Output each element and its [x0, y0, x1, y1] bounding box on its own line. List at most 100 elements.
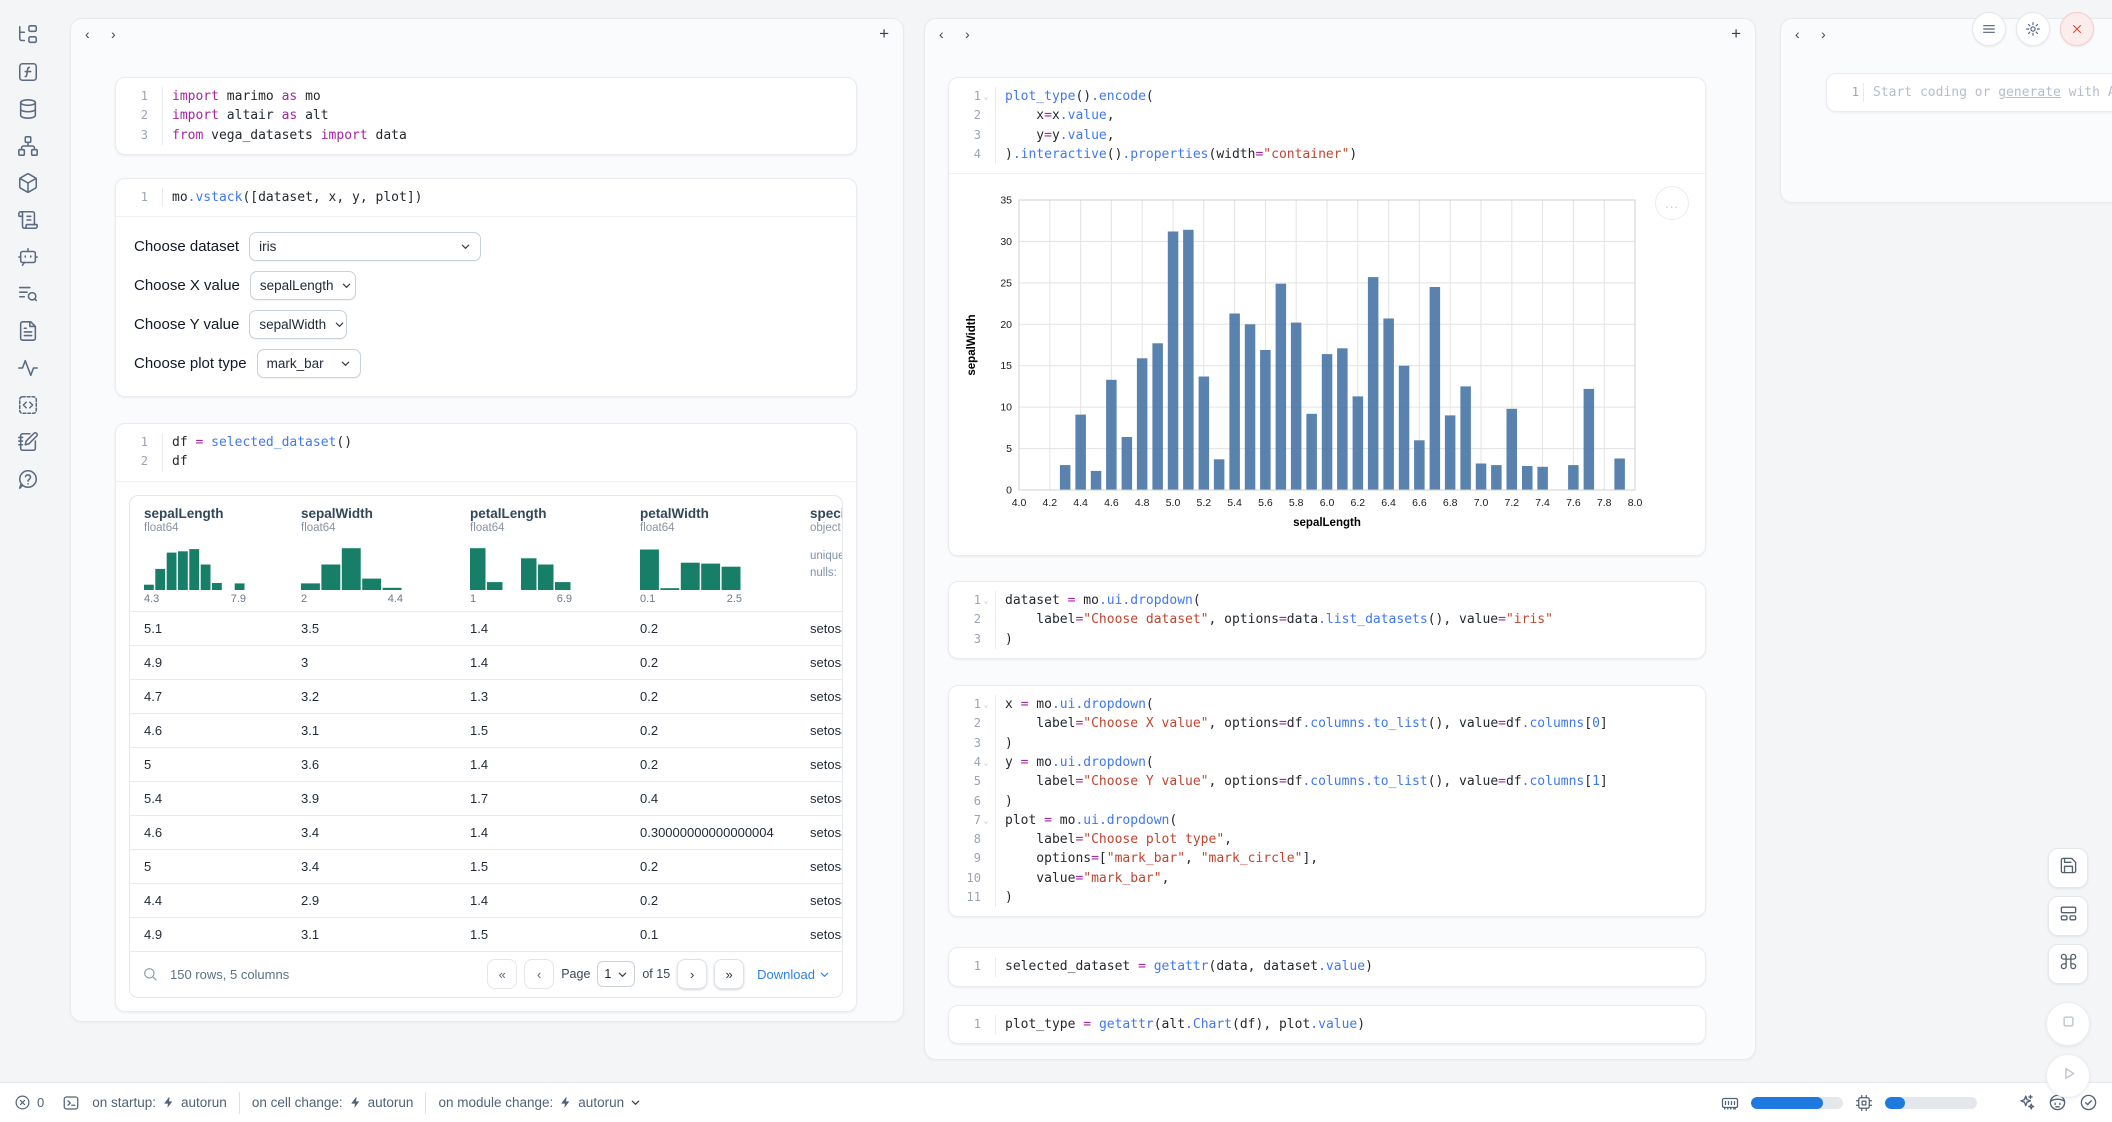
cell-value: 0.2 [626, 621, 796, 636]
shutdown-button[interactable] [2060, 12, 2094, 46]
file-text-icon[interactable] [17, 320, 39, 342]
generate-link[interactable]: generate [1998, 85, 2061, 100]
file-tree-icon[interactable] [17, 24, 39, 46]
histogram-range: 24.4 [301, 593, 403, 605]
cell-value: 4.9 [130, 655, 287, 670]
package-icon[interactable] [17, 172, 39, 194]
on-cell-change--setting[interactable]: on cell change:autorun [252, 1095, 414, 1110]
icon-sidebar [0, 0, 56, 1082]
fold-chevron-icon[interactable]: ⌄ [981, 695, 991, 714]
code-editor[interactable]: 1⌄x = mo.ui.dropdown(2 label="Choose X v… [949, 686, 1705, 916]
close-icon [2070, 22, 2084, 36]
line-number: 2 [122, 106, 148, 125]
code-line: 4⌄y = mo.ui.dropdown( [955, 753, 1695, 772]
choose-plot-type-select[interactable]: mark_bar [257, 349, 361, 378]
histogram-range: 16.9 [470, 593, 572, 605]
column-next-button[interactable]: › [1821, 26, 1847, 42]
column-header-sepalwidth[interactable]: sepalWidthfloat6424.4 [287, 506, 456, 605]
settings-button[interactable] [2016, 12, 2050, 46]
table-row[interactable]: 4.63.11.50.2setosa [130, 713, 842, 747]
add-cell-button[interactable]: + [879, 24, 889, 44]
svg-text:7.6: 7.6 [1566, 497, 1581, 509]
table-row[interactable]: 4.931.40.2setosa [130, 645, 842, 679]
column-prev-button[interactable]: ‹ [939, 26, 965, 42]
choose-y-value-select[interactable]: sepalWidth [249, 310, 347, 339]
column-header-sepallength[interactable]: sepalLengthfloat644.37.9 [130, 506, 287, 605]
terminal-button[interactable] [62, 1094, 80, 1112]
chart-actions-button[interactable]: ... [1655, 186, 1689, 220]
fold-gutter [981, 734, 991, 753]
scroll-text-icon[interactable] [17, 209, 39, 231]
table-row[interactable]: 5.43.91.70.4setosa [130, 781, 842, 815]
choose-dataset-select[interactable]: iris [249, 232, 481, 261]
column-header-petalwidth[interactable]: petalWidthfloat640.12.5 [626, 506, 796, 605]
code-editor[interactable]: 1import marimo as mo2import altair as al… [116, 78, 856, 154]
first-page-button[interactable]: « [487, 959, 517, 989]
code-text: label="Choose plot type", [995, 830, 1232, 849]
search-icon[interactable] [142, 966, 158, 982]
sparkles-icon[interactable] [2017, 1093, 2036, 1112]
column-next-button[interactable]: › [965, 26, 991, 42]
stop-button[interactable] [2046, 1002, 2090, 1046]
on-module-change--setting[interactable]: on module change:autorun [438, 1095, 641, 1110]
code-editor[interactable]: 1df = selected_dataset()2df [116, 424, 856, 481]
menu-button[interactable] [1972, 12, 2006, 46]
shortcuts-button[interactable] [2048, 944, 2088, 984]
help-circle-icon[interactable] [17, 468, 39, 490]
code-editor[interactable]: 1mo.vstack([dataset, x, y, plot]) [116, 179, 856, 216]
add-cell-button[interactable]: + [1731, 24, 1741, 44]
list-search-icon[interactable] [17, 283, 39, 305]
code-editor[interactable]: 1⌄plot_type().encode(2 x=x.value,3 y=y.v… [949, 78, 1705, 173]
table-row[interactable]: 5.13.51.40.2setosa [130, 611, 842, 645]
range-max: 2.5 [727, 593, 742, 605]
choose-x-value-select[interactable]: sepalLength [250, 271, 356, 300]
svg-text:4.4: 4.4 [1073, 497, 1088, 509]
column-name: petalWidth [640, 506, 796, 521]
code-square-icon[interactable] [17, 394, 39, 416]
lightning-bolt-icon [559, 1095, 572, 1110]
dropdown-row: Choose plot typemark_bar [134, 348, 838, 378]
cell-value: 1.4 [456, 893, 626, 908]
next-page-button[interactable]: › [677, 959, 707, 989]
function-square-icon[interactable] [17, 61, 39, 83]
code-editor[interactable]: 1plot_type = getattr(alt.Chart(df), plot… [949, 1006, 1705, 1043]
on-startup--setting[interactable]: on startup:autorun [92, 1095, 227, 1110]
last-page-button[interactable]: » [714, 959, 744, 989]
table-row[interactable]: 4.73.21.30.2setosa [130, 679, 842, 713]
cell-value: setosa [796, 825, 842, 840]
prev-page-button[interactable]: ‹ [524, 959, 554, 989]
notebook-pen-icon[interactable] [17, 431, 39, 453]
activity-icon[interactable] [17, 357, 39, 379]
empty-code-cell[interactable]: 1 Start coding or generate with AI. [1826, 73, 2112, 112]
code-line: 9 options=["mark_bar", "mark_circle"], [955, 849, 1695, 868]
table-row[interactable]: 4.42.91.40.2setosa [130, 883, 842, 917]
column-prev-button[interactable]: ‹ [85, 26, 111, 42]
fold-chevron-icon[interactable]: ⌄ [981, 753, 991, 772]
svg-text:8.0: 8.0 [1628, 497, 1643, 509]
error-count-badge[interactable]: 0 [14, 1094, 44, 1111]
bot-message-icon[interactable] [17, 246, 39, 268]
table-row[interactable]: 53.41.50.2setosa [130, 849, 842, 883]
fold-chevron-icon[interactable]: ⌄ [981, 87, 991, 106]
code-editor[interactable]: 1selected_dataset = getattr(data, datase… [949, 948, 1705, 985]
layout-button[interactable] [2048, 896, 2088, 936]
table-row[interactable]: 4.93.11.50.1setosa [130, 917, 842, 951]
column-header-species[interactable]: speciesobjectuniquenulls: [796, 506, 842, 605]
network-icon[interactable] [17, 135, 39, 157]
download-button[interactable]: Download [757, 967, 830, 982]
table-scroll-area[interactable]: sepalLengthfloat644.37.9sepalWidthfloat6… [130, 496, 842, 951]
column-prev-button[interactable]: ‹ [1795, 26, 1821, 42]
database-icon[interactable] [17, 98, 39, 120]
page-number-select[interactable]: 1 [597, 961, 635, 987]
column-header-petallength[interactable]: petalLengthfloat6416.9 [456, 506, 626, 605]
save-button[interactable] [2048, 848, 2088, 888]
line-number: 2 [122, 452, 148, 471]
table-row[interactable]: 53.61.40.2setosa [130, 747, 842, 781]
code-text: plot = mo.ui.dropdown( [995, 811, 1177, 830]
fold-chevron-icon[interactable]: ⌄ [981, 591, 991, 610]
run-button[interactable] [2046, 1054, 2090, 1098]
fold-chevron-icon[interactable]: ⌄ [981, 811, 991, 830]
table-row[interactable]: 4.63.41.40.30000000000000004setosa [130, 815, 842, 849]
code-editor[interactable]: 1⌄dataset = mo.ui.dropdown(2 label="Choo… [949, 582, 1705, 658]
column-next-button[interactable]: › [111, 26, 137, 42]
